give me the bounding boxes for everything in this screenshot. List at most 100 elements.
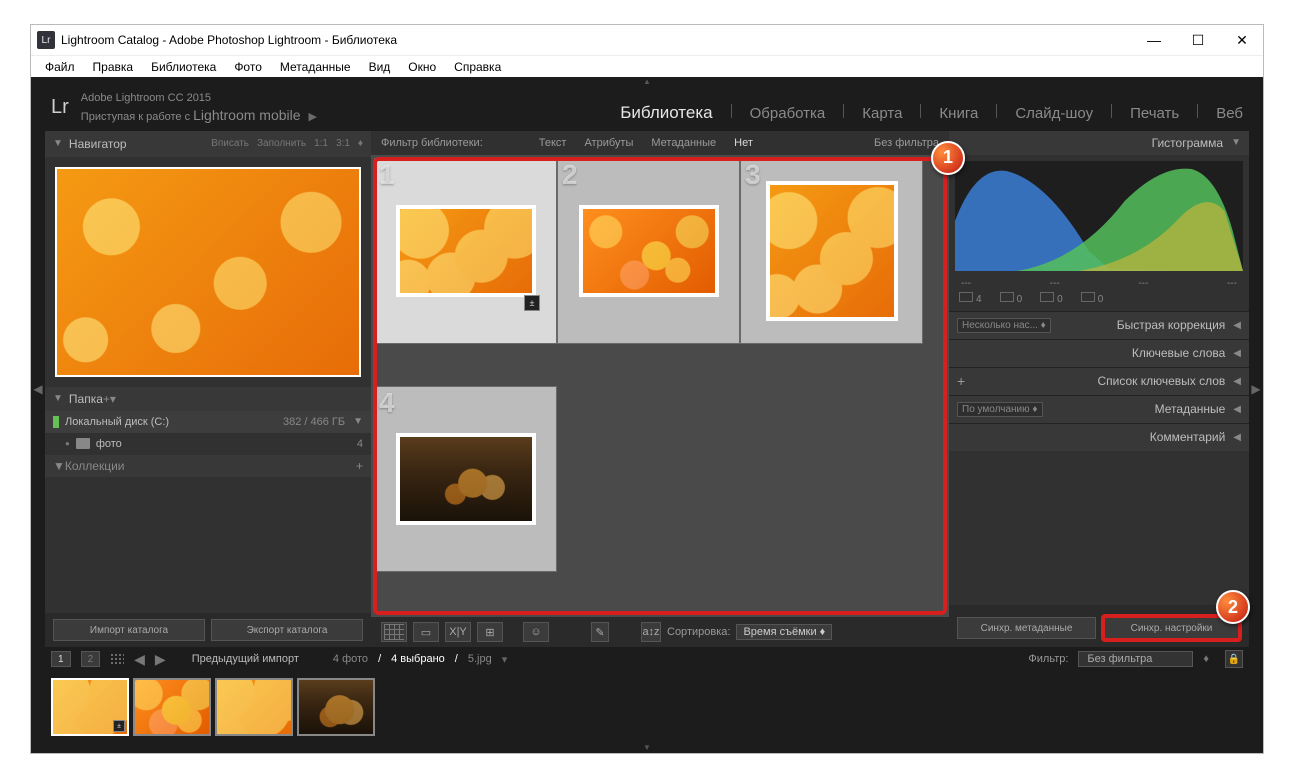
add-collection-icon[interactable]: + — [356, 459, 363, 473]
histogram-counts: 4 0 0 0 — [949, 290, 1249, 311]
folders-header[interactable]: ▼ Папка +▾ — [45, 387, 371, 411]
compare-view-button[interactable]: X|Y — [445, 622, 471, 642]
sync-metadata-button[interactable]: Синхр. метаданные — [957, 617, 1096, 639]
zoom-fit[interactable]: Вписать — [211, 138, 249, 149]
loupe-view-button[interactable]: ▭ — [413, 622, 439, 642]
zoom-1to1[interactable]: 1:1 — [314, 138, 328, 149]
top-collapse-icon[interactable]: ▲ — [31, 77, 1263, 87]
app-window: Lr Lightroom Catalog - Adobe Photoshop L… — [30, 24, 1264, 754]
histogram-header[interactable]: Гистограмма ▼ — [949, 131, 1249, 155]
filmstrip-thumb[interactable] — [297, 678, 375, 736]
thumbnail — [396, 205, 536, 297]
left-collapse-icon[interactable]: ◀ — [31, 131, 45, 647]
grid-cell[interactable]: 1 ± — [374, 158, 557, 344]
sort-direction-button[interactable]: a↕z — [641, 622, 661, 642]
zoom-fill[interactable]: Заполнить — [257, 138, 306, 149]
filmstrip-thumb[interactable] — [215, 678, 293, 736]
menu-help[interactable]: Справка — [446, 58, 509, 76]
app-icon: Lr — [37, 31, 55, 49]
jump-grid-icon[interactable] — [110, 653, 124, 665]
left-panel: ▼ Навигатор Вписать Заполнить 1:1 3:1 ♦ … — [45, 131, 371, 647]
module-library[interactable]: Библиотека — [620, 103, 712, 125]
menu-metadata[interactable]: Метаданные — [272, 58, 359, 76]
identity-plate: Lr Adobe Lightroom CC 2015 Приступая к р… — [31, 87, 1263, 131]
navigator-header[interactable]: ▼ Навигатор Вписать Заполнить 1:1 3:1 ♦ — [45, 131, 371, 157]
keyword-list-header[interactable]: + Список ключевых слов ◀ — [949, 367, 1249, 395]
bullet-icon: ● — [65, 439, 70, 448]
histogram-info: ------------ — [949, 277, 1249, 290]
people-view-button[interactable]: ☺ — [523, 622, 549, 642]
menu-window[interactable]: Окно — [400, 58, 444, 76]
grid-cell[interactable]: 3 — [740, 158, 923, 344]
zoom-3to1[interactable]: 3:1 — [336, 138, 350, 149]
minimize-button[interactable]: — — [1139, 28, 1169, 52]
window-title: Lightroom Catalog - Adobe Photoshop Ligh… — [61, 33, 1139, 47]
nav-forward-icon[interactable]: ▶ — [155, 651, 166, 668]
module-picker: Библиотека Обработка Карта Книга Слайд-ш… — [620, 103, 1243, 125]
monitor-2-button[interactable]: 2 — [81, 651, 101, 667]
add-keyword-icon[interactable]: + — [957, 373, 965, 389]
comment-header[interactable]: Комментарий ◀ — [949, 423, 1249, 451]
histogram[interactable] — [955, 161, 1243, 271]
module-develop[interactable]: Обработка — [750, 105, 826, 124]
keywords-header[interactable]: Ключевые слова ◀ — [949, 339, 1249, 367]
filmstrip-filter-select[interactable]: Без фильтра — [1078, 651, 1193, 667]
metadata-preset-select[interactable]: По умолчанию ♦ — [957, 402, 1043, 417]
source-label[interactable]: Предыдущий импорт — [192, 653, 299, 665]
play-icon[interactable]: ▶ — [309, 111, 317, 123]
monitor-1-button[interactable]: 1 — [51, 651, 71, 667]
right-panel: Гистограмма ▼ ------------ 4 0 0 0 — [949, 131, 1249, 647]
survey-view-button[interactable]: ⊞ — [477, 622, 503, 642]
grid-view-button[interactable] — [381, 622, 407, 642]
painter-button[interactable]: ✎ — [591, 622, 609, 642]
filter-text[interactable]: Текст — [539, 137, 567, 149]
collections-header[interactable]: ▼ Коллекции + — [45, 455, 371, 477]
export-catalog-button[interactable]: Экспорт каталога — [211, 619, 363, 641]
filmstrip-thumb[interactable]: ± — [51, 678, 129, 736]
filter-none[interactable]: Нет — [734, 137, 753, 149]
thumbnail — [396, 433, 536, 525]
module-book[interactable]: Книга — [939, 105, 978, 124]
chevron-left-icon: ◀ — [1233, 404, 1241, 415]
module-slideshow[interactable]: Слайд-шоу — [1015, 105, 1093, 124]
import-catalog-button[interactable]: Импорт каталога — [53, 619, 205, 641]
grid-cell[interactable]: 4 — [374, 386, 557, 572]
quick-develop-header[interactable]: Несколько нас... ♦ Быстрая коррекция ◀ — [949, 311, 1249, 339]
module-map[interactable]: Карта — [862, 105, 902, 124]
metadata-header[interactable]: По умолчанию ♦ Метаданные ◀ — [949, 395, 1249, 423]
drive-row[interactable]: Локальный диск (C:) 382 / 466 ГБ ▼ — [45, 411, 371, 433]
brand-text: Adobe Lightroom CC 2015 Приступая к рабо… — [81, 91, 317, 125]
filter-preset[interactable]: Без фильтра — [874, 137, 939, 149]
module-print[interactable]: Печать — [1130, 105, 1179, 124]
quick-develop-preset-select[interactable]: Несколько нас... ♦ — [957, 318, 1051, 333]
menu-edit[interactable]: Правка — [85, 58, 142, 76]
folder-item[interactable]: ● фото 4 — [45, 433, 371, 455]
filmstrip-thumb[interactable] — [133, 678, 211, 736]
thumbnail-grid: 1 ± 2 3 4 — [374, 158, 946, 614]
menu-photo[interactable]: Фото — [226, 58, 270, 76]
right-collapse-icon[interactable]: ▶ — [1249, 131, 1263, 647]
module-web[interactable]: Веб — [1216, 105, 1243, 124]
titlebar: Lr Lightroom Catalog - Adobe Photoshop L… — [31, 25, 1263, 55]
filter-lock-icon[interactable]: 🔒 — [1225, 650, 1243, 668]
center-toolbar: ▭ X|Y ⊞ ☺ ✎ a↕z Сортировка: Время съёмки… — [371, 617, 949, 647]
maximize-button[interactable]: ☐ — [1183, 28, 1213, 52]
sort-select[interactable]: Время съёмки ♦ — [736, 624, 832, 640]
menu-file[interactable]: Файл — [37, 58, 83, 76]
close-button[interactable]: ✕ — [1227, 28, 1257, 52]
navigator-preview[interactable] — [55, 167, 361, 377]
center-panel: Фильтр библиотеки: Текст Атрибуты Метада… — [371, 131, 949, 647]
zoom-menu-icon[interactable]: ♦ — [358, 138, 363, 149]
grid-cell[interactable]: 2 — [557, 158, 740, 344]
filter-metadata[interactable]: Метаданные — [651, 137, 716, 149]
bottom-collapse-icon[interactable]: ▼ — [31, 743, 1263, 753]
develop-badge-icon: ± — [524, 295, 540, 311]
filter-attributes[interactable]: Атрибуты — [584, 137, 633, 149]
sync-settings-button[interactable]: Синхр. настройки 2 — [1102, 617, 1241, 639]
menu-library[interactable]: Библиотека — [143, 58, 224, 76]
add-folder-icon[interactable]: +▾ — [103, 392, 116, 406]
chevron-left-icon: ◀ — [1233, 348, 1241, 359]
menu-view[interactable]: Вид — [361, 58, 399, 76]
nav-back-icon[interactable]: ◀ — [134, 651, 145, 668]
chevron-right-icon: ▼ — [53, 459, 65, 473]
